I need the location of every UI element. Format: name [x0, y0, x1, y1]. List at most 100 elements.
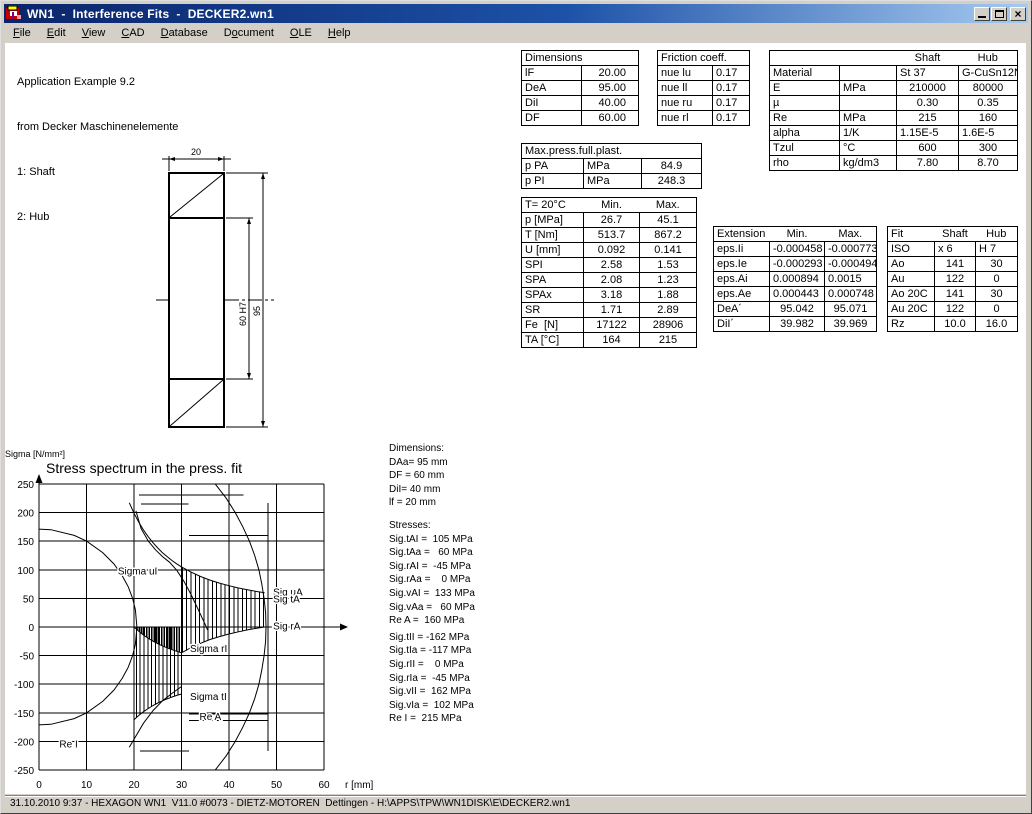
row-label: SPAx	[522, 288, 584, 303]
cell-value: 0.000748	[825, 287, 877, 302]
width-dimension-label: 20	[191, 147, 201, 157]
cell-value	[840, 96, 897, 111]
menu-item-view[interactable]: View	[74, 25, 114, 42]
y-tick-label: -200	[14, 737, 34, 748]
row-label: nue ll	[658, 81, 713, 96]
menu-item-file[interactable]: File	[5, 25, 39, 42]
cell-value: 17122	[584, 318, 640, 333]
table-title: Dimensions	[522, 51, 639, 66]
menu-item-document[interactable]: Document	[216, 25, 282, 42]
cell-value: G-CuSn12Ni	[959, 66, 1018, 81]
cell-value: 1/K	[840, 126, 897, 141]
table-row: DiI´39.98239.969	[714, 317, 877, 332]
menu-item-database[interactable]: Database	[153, 25, 216, 42]
cell-value: 45.1	[640, 213, 697, 228]
note-line: Sig.rII = 0 MPa	[389, 658, 475, 672]
cell-value: 0	[976, 272, 1018, 287]
row-label: Ao 20C	[888, 287, 935, 302]
cell-value: °C	[840, 141, 897, 156]
row-label: p PI	[522, 174, 584, 189]
note-line: Sig.rAa = 0 MPa	[389, 573, 475, 587]
maximize-button[interactable]	[991, 7, 1007, 21]
cell-value: MPa	[840, 81, 897, 96]
table-row: ISOx 6H 7	[888, 242, 1018, 257]
column-header: Min.	[770, 227, 825, 242]
cell-value: St 37	[897, 66, 959, 81]
row-label: SPI	[522, 258, 584, 273]
row-label: eps.Ai	[714, 272, 770, 287]
row-label: alpha	[770, 126, 840, 141]
curve-label: Re A	[200, 712, 222, 723]
table-row: p [MPa]26.745.1	[522, 213, 697, 228]
menu-item-edit[interactable]: Edit	[39, 25, 74, 42]
note-line: Sig.tII = -162 MPa	[389, 631, 475, 645]
row-label: T [Nm]	[522, 228, 584, 243]
note-line: Re A = 160 MPa	[389, 614, 475, 628]
row-label: p [MPa]	[522, 213, 584, 228]
curve-label: Sig tA	[273, 595, 300, 606]
cell-value: 867.2	[640, 228, 697, 243]
dimensions-table: DimensionslF20.00DeA95.00DiI40.00DF60.00	[521, 50, 639, 126]
extension-table: ExtensionMin.Max.eps.Ii-0.000458-0.00077…	[713, 226, 877, 332]
fit-table: FitShaftHubISOx 6H 7Ao14130Au1220Ao 20C1…	[887, 226, 1018, 332]
row-label: SR	[522, 303, 584, 318]
cell-value: MPa	[584, 159, 642, 174]
menu-item-cad[interactable]: CAD	[113, 25, 152, 42]
window-title: WN1 - Interference Fits - DECKER2.wn1	[27, 7, 973, 21]
table-row: DeA´95.04295.071	[714, 302, 877, 317]
menu-item-ole[interactable]: OLE	[282, 25, 320, 42]
row-label: nue rl	[658, 111, 713, 126]
menu-item-help[interactable]: Help	[320, 25, 359, 42]
cell-value: 0.30	[897, 96, 959, 111]
note-line: Sig.tAa = 60 MPa	[389, 546, 475, 560]
status-bar: 31.10.2010 9:37 - HEXAGON WN1 V11.0 #007…	[5, 795, 1026, 810]
max-pressure-table: Max.press.full.plast.p PAMPa84.9p PIMPa2…	[521, 143, 702, 189]
row-label: nue lu	[658, 66, 713, 81]
x-tick-label: 50	[271, 780, 283, 791]
y-tick-label: 250	[17, 480, 34, 491]
note-line: Re I = 215 MPa	[389, 712, 475, 726]
note-line: Sig.vII = 162 MPa	[389, 685, 475, 699]
row-label: nue ru	[658, 96, 713, 111]
cell-value: 122	[935, 302, 976, 317]
menu-bar: FileEditViewCADDatabaseDocumentOLEHelp	[5, 25, 1026, 42]
header-line: Application Example 9.2	[17, 75, 178, 90]
table-row: Ao 20C14130	[888, 287, 1018, 302]
cell-value: 39.969	[825, 317, 877, 332]
cell-value: 3.18	[584, 288, 640, 303]
row-label: U [mm]	[522, 243, 584, 258]
close-button[interactable]: ×	[1010, 7, 1026, 21]
bore-dimension-label: 60 H7	[238, 302, 248, 326]
table-row: µ0.300.35	[770, 96, 1018, 111]
cell-value: 122	[935, 272, 976, 287]
table-row: SR1.712.89	[522, 303, 697, 318]
table-row: lF20.00	[522, 66, 639, 81]
y-tick-label: -250	[14, 766, 34, 777]
table-row: p PAMPa84.9	[522, 159, 702, 174]
row-label: DF	[522, 111, 582, 126]
cell-value: 16.0	[976, 317, 1018, 332]
cell-value: 0.17	[713, 111, 750, 126]
row-label: ISO	[888, 242, 935, 257]
notes-dimensions-title: Dimensions:	[389, 442, 475, 456]
column-header: T= 20°C	[522, 198, 584, 213]
table-row: eps.Ae0.0004430.000748	[714, 287, 877, 302]
minimize-button[interactable]	[974, 7, 990, 21]
stress-chart: 0102030405060250200150100500-50-100-150-…	[1, 441, 386, 796]
cell-value: 0.35	[959, 96, 1018, 111]
table-row: DF60.00	[522, 111, 639, 126]
row-label: TA [°C]	[522, 333, 584, 348]
note-line: DF = 60 mm	[389, 469, 475, 483]
y-tick-label: -100	[14, 680, 34, 691]
curve-label: Sigma tI	[190, 692, 227, 703]
notes-stresses-title: Stresses:	[389, 519, 475, 533]
title-bar[interactable]: WN1 - Interference Fits - DECKER2.wn1 ×	[4, 4, 1028, 23]
row-label: Rz	[888, 317, 935, 332]
cell-value: 300	[959, 141, 1018, 156]
cell-value: 2.08	[584, 273, 640, 288]
table-row: TA [°C]164215	[522, 333, 697, 348]
note-line: lf = 20 mm	[389, 496, 475, 510]
cell-value: 600	[897, 141, 959, 156]
cell-value: 210000	[897, 81, 959, 96]
cell-value: kg/dm3	[840, 156, 897, 171]
